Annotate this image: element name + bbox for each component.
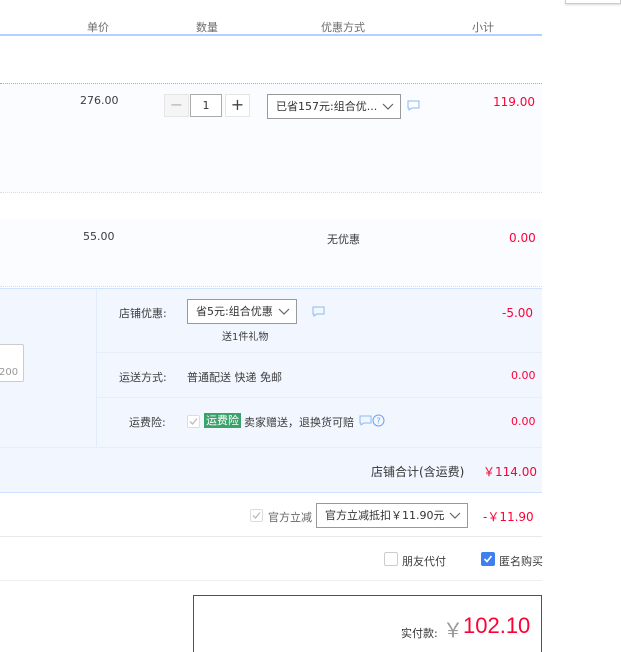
insurance-checkbox xyxy=(187,415,200,428)
shop-promo-select[interactable]: 省5元:组合优惠 xyxy=(187,299,297,324)
insurance-amount: 0.00 xyxy=(511,415,536,428)
shipping-label: 运送方式: xyxy=(119,371,167,384)
item-1-discount-value: 已省157元:组合优... xyxy=(276,100,378,113)
shop-promo-amount: -5.00 xyxy=(502,306,534,320)
shop-promo-value: 省5元:组合优惠 xyxy=(196,305,273,318)
header-unit-price: 单价 xyxy=(87,21,109,34)
shop-divider-vertical xyxy=(96,289,97,447)
payment-currency: ￥ xyxy=(443,618,463,642)
chevron-down-icon xyxy=(382,103,394,110)
chevron-down-icon xyxy=(449,512,461,519)
table-header: 单价 数量 优惠方式 小计 xyxy=(0,14,542,36)
item-2-discount-text: 无优惠 xyxy=(327,233,360,246)
anonymous-label: 匿名购买 xyxy=(499,555,543,568)
official-discount-label: 官方立减 xyxy=(268,511,312,524)
shop-divider-3 xyxy=(0,447,542,448)
qty-decrease-button[interactable]: − xyxy=(164,94,189,117)
insurance-label: 运费险: xyxy=(129,416,166,429)
options-row-divider xyxy=(0,580,542,581)
official-discount-checkbox xyxy=(250,509,263,522)
official-discount-select[interactable]: 官方立减抵扣￥11.90元 xyxy=(316,503,468,528)
item-2-price: 55.00 xyxy=(83,230,115,243)
payment-label: 实付款: xyxy=(401,627,438,640)
message-input-partial[interactable]: 200 xyxy=(0,344,24,382)
header-underline xyxy=(0,34,542,36)
svg-text:?: ? xyxy=(376,417,380,426)
chat-bubble-icon[interactable] xyxy=(407,100,420,111)
shop-promo-label: 店铺优惠: xyxy=(119,307,167,320)
item-1-subtotal: 119.00 xyxy=(493,95,535,109)
shop-total-amount: ￥114.00 xyxy=(483,465,537,479)
chevron-down-icon xyxy=(278,308,290,315)
item-1-discount-select[interactable]: 已省157元:组合优... xyxy=(267,94,401,119)
shop-promo-gift: 送1件礼物 xyxy=(222,332,269,343)
official-discount-amount: -￥11.90 xyxy=(483,510,534,524)
help-icon[interactable]: ? xyxy=(372,414,385,427)
payment-amount: 102.10 xyxy=(463,613,531,638)
header-subtotal: 小计 xyxy=(472,21,494,34)
insurance-badge: 运费险 xyxy=(204,413,241,428)
insurance-text: 卖家赠送，退换货可赔 xyxy=(244,416,354,429)
shipping-value: 普通配送 快递 免邮 xyxy=(187,371,282,384)
item-row-2 xyxy=(0,219,542,287)
chat-bubble-icon[interactable] xyxy=(359,415,372,426)
header-quantity: 数量 xyxy=(196,21,218,34)
check-icon xyxy=(189,418,198,425)
header-discount: 优惠方式 xyxy=(321,21,365,34)
popup-edge xyxy=(565,0,621,4)
shop-divider-2 xyxy=(97,397,542,398)
friend-pay-label: 朋友代付 xyxy=(402,555,446,568)
qty-increase-button[interactable]: + xyxy=(225,94,250,117)
official-discount-value: 官方立减抵扣￥11.90元 xyxy=(325,509,445,522)
check-icon xyxy=(252,512,261,519)
chat-bubble-icon[interactable] xyxy=(312,306,325,317)
official-row-divider xyxy=(0,536,542,537)
check-icon xyxy=(483,555,493,563)
quantity-input[interactable]: 1 xyxy=(190,94,222,117)
friend-pay-checkbox[interactable] xyxy=(384,552,398,566)
shop-divider-1 xyxy=(97,352,542,353)
shipping-amount: 0.00 xyxy=(511,369,536,382)
item-1-price: 276.00 xyxy=(80,94,119,107)
anonymous-checkbox[interactable] xyxy=(481,552,495,566)
item-2-subtotal: 0.00 xyxy=(509,231,536,245)
shop-total-label: 店铺合计(含运费) xyxy=(371,465,465,479)
message-input-count: 200 xyxy=(0,367,19,378)
